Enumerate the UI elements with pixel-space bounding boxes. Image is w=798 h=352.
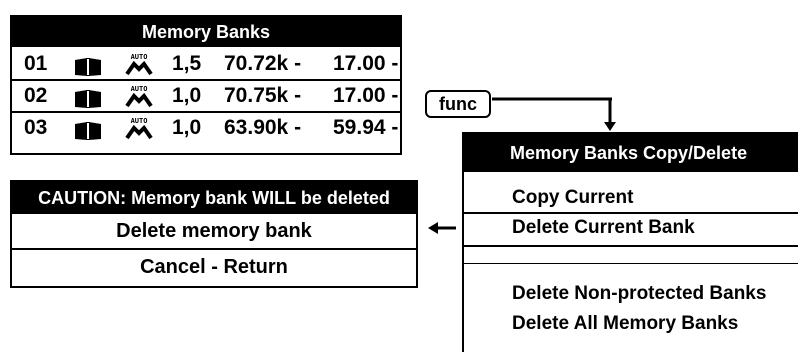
memory-banks-panel: Memory Banks 01 AUTO 1,5 70.72k - 17.00 …	[10, 15, 402, 155]
func-connector-arrow	[492, 97, 616, 131]
bank-resolution: 1,0	[172, 116, 202, 139]
divider	[464, 263, 798, 264]
bank-value: 17.00 -	[333, 52, 399, 75]
auto-icon: AUTO	[124, 116, 154, 151]
bank-number: 01	[24, 52, 48, 75]
arrow-left-icon	[428, 222, 456, 234]
bank-frequency: 63.90k -	[224, 116, 302, 139]
copy-delete-menu: Memory Banks Copy/Delete Copy Current De…	[462, 132, 798, 352]
func-button[interactable]: func	[425, 90, 491, 118]
bank-value: 17.00 -	[333, 84, 399, 107]
bank-row[interactable]: 03 AUTO 1,0 63.90k - 59.94 -	[12, 113, 400, 143]
auto-text: AUTO	[131, 85, 148, 93]
copy-current-item[interactable]: Copy Current	[512, 184, 633, 212]
cancel-return-button[interactable]: Cancel - Return	[12, 250, 416, 284]
auto-text: AUTO	[131, 117, 148, 125]
copy-delete-title: Memory Banks Copy/Delete	[464, 134, 798, 172]
bank-frequency: 70.72k -	[224, 52, 302, 75]
bank-row[interactable]: 01 AUTO 1,5 70.72k - 17.00 -	[12, 49, 400, 81]
memory-banks-title: Memory Banks	[12, 17, 400, 47]
bank-number: 03	[24, 116, 48, 139]
bank-resolution: 1,0	[172, 84, 202, 107]
auto-text: AUTO	[131, 53, 148, 61]
book-icon	[74, 120, 102, 150]
delete-memory-bank-button[interactable]: Delete memory bank	[12, 214, 416, 250]
delete-all-memory-banks-item[interactable]: Delete All Memory Banks	[512, 310, 738, 338]
bank-number: 02	[24, 84, 48, 107]
delete-non-protected-banks-item[interactable]: Delete Non-protected Banks	[512, 280, 766, 308]
bank-frequency: 70.75k -	[224, 84, 302, 107]
delete-current-bank-item[interactable]: Delete Current Bank	[512, 214, 695, 242]
caution-dialog: CAUTION: Memory bank WILL be deleted Del…	[10, 180, 418, 288]
caution-title: CAUTION: Memory bank WILL be deleted	[12, 182, 416, 214]
divider	[464, 245, 798, 247]
bank-resolution: 1,5	[172, 52, 202, 75]
bank-row[interactable]: 02 AUTO 1,0 70.75k - 17.00 -	[12, 81, 400, 113]
bank-value: 59.94 -	[333, 116, 399, 139]
